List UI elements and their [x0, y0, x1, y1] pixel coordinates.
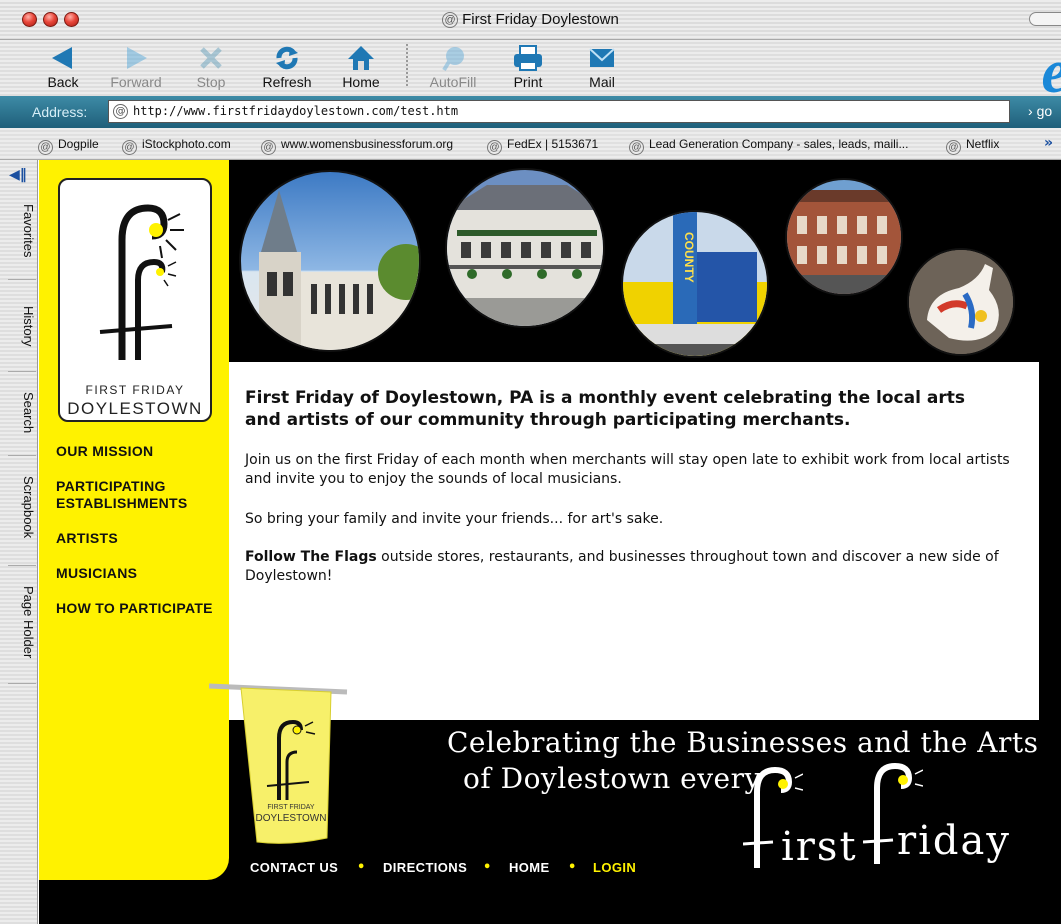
- toolbar-toggle-button[interactable]: [1029, 12, 1061, 26]
- globe-icon: @: [629, 140, 644, 155]
- photo-inn-building: [445, 168, 605, 328]
- footer-link-home[interactable]: HOME: [509, 860, 550, 875]
- photo-painted-horse-sculpture: [907, 248, 1015, 356]
- favorite-link-netflix[interactable]: @ Netflix: [946, 137, 999, 155]
- footer-link-login[interactable]: LOGIN: [593, 860, 636, 875]
- banner-line-1: Celebrating the Businesses and the Arts: [447, 726, 1039, 759]
- county-theater-image: COUNTY: [623, 212, 767, 356]
- follow-the-flags-bold: Follow The Flags: [245, 549, 377, 565]
- globe-icon: @: [946, 140, 961, 155]
- tab-search[interactable]: Search: [8, 392, 36, 456]
- window-title: @ First Friday Doylestown: [0, 11, 1061, 28]
- forward-arrow-icon: [127, 47, 147, 69]
- page-headline: First Friday of Doylestown, PA is a mont…: [245, 388, 965, 430]
- forward-button[interactable]: Forward: [103, 40, 169, 96]
- back-arrow-icon: [52, 47, 72, 69]
- follow-the-flags-paragraph: Follow The Flags outside stores, restaur…: [245, 548, 1015, 586]
- logo-big-text: DOYLESTOWN: [67, 399, 203, 418]
- home-button[interactable]: Home: [336, 40, 386, 96]
- printer-icon: [514, 45, 542, 71]
- first-friday-logo-icon: [99, 204, 184, 360]
- photo-county-theater: COUNTY: [621, 210, 769, 358]
- photo-victorian-building: [239, 170, 421, 352]
- footer-link-contact-us[interactable]: CONTACT US: [250, 860, 338, 875]
- main-content: First Friday of Doylestown, PA is a mont…: [229, 362, 1039, 720]
- flag-big-text: DOYLESTOWN: [255, 813, 327, 824]
- window-title-bar: @ First Friday Doylestown: [0, 0, 1061, 40]
- favorite-link-lead-generation[interactable]: @ Lead Generation Company - sales, leads,…: [629, 137, 908, 155]
- family-paragraph: So bring your family and invite your fri…: [245, 511, 664, 527]
- globe-icon: @: [487, 140, 502, 155]
- intro-paragraph: Join us on the first Friday of each mont…: [245, 452, 1010, 487]
- autofill-icon: [442, 47, 464, 72]
- refresh-icon: [276, 46, 298, 70]
- globe-icon: @: [38, 140, 53, 155]
- page-globe-icon: @: [442, 12, 459, 28]
- globe-icon: @: [122, 140, 137, 155]
- address-input[interactable]: @ http://www.firstfridaydoylestown.com/t…: [108, 100, 1010, 123]
- painted-horse-image: [909, 250, 1013, 354]
- inn-building-image: [447, 185, 603, 326]
- autofill-button[interactable]: AutoFill: [420, 40, 486, 96]
- back-button[interactable]: Back: [40, 40, 86, 96]
- globe-icon: @: [261, 140, 276, 155]
- tab-history[interactable]: History: [8, 306, 36, 372]
- go-button[interactable]: › go: [1028, 103, 1052, 119]
- refresh-button[interactable]: Refresh: [254, 40, 320, 96]
- nav-artists[interactable]: ARTISTS: [56, 530, 118, 547]
- collapse-sidebar-icon[interactable]: ◀‖: [9, 167, 27, 183]
- banner-line-2: of Doylestown every: [463, 762, 761, 795]
- page-globe-icon: @: [113, 104, 128, 119]
- favorite-link-istockphoto[interactable]: @ iStockphoto.com: [122, 137, 231, 155]
- first-friday-flag-banner: [209, 683, 348, 844]
- internet-explorer-logo: e: [1041, 41, 1061, 103]
- stop-button[interactable]: Stop: [188, 40, 234, 96]
- favorite-link-dogpile[interactable]: @ Dogpile: [38, 137, 99, 155]
- stop-x-icon: [200, 47, 222, 69]
- more-favorites-chevron-icon[interactable]: »: [1044, 135, 1053, 151]
- favorite-link-womensbusinessforum[interactable]: @ www.womensbusinessforum.org: [261, 137, 453, 155]
- mail-button[interactable]: Mail: [580, 40, 624, 96]
- address-bar: Address: @ http://www.firstfridaydoylest…: [0, 96, 1061, 128]
- footer-separator: •: [483, 860, 492, 875]
- address-label: Address:: [32, 104, 88, 120]
- footer-link-directions[interactable]: DIRECTIONS: [383, 860, 467, 875]
- browser-toolbar: Back Forward Stop Refresh Home AutoFill …: [0, 40, 1061, 103]
- site-logo[interactable]: FIRST FRIDAY DOYLESTOWN: [58, 178, 212, 422]
- nav-our-mission[interactable]: OUR MISSION: [56, 443, 153, 460]
- footer-separator: •: [357, 860, 366, 875]
- logo-small-text: FIRST FRIDAY: [85, 383, 185, 397]
- svg-text:COUNTY: COUNTY: [682, 232, 696, 283]
- photo-brick-building: [785, 178, 903, 296]
- favorite-link-fedex[interactable]: @ FedEx | 5153671: [487, 137, 598, 155]
- nav-musicians[interactable]: MUSICIANS: [56, 565, 137, 582]
- home-icon: [348, 46, 374, 70]
- web-page: FIRST FRIDAY DOYLESTOWN OUR MISSION PART…: [39, 160, 1061, 924]
- mail-envelope-icon: [589, 48, 615, 67]
- banner-friday-word: riday: [897, 818, 1011, 864]
- nav-participating-establishments[interactable]: PARTICIPATING ESTABLISHMENTS: [56, 478, 206, 512]
- nav-how-to-participate[interactable]: HOW TO PARTICIPATE: [56, 600, 213, 617]
- favorites-bar: @ Dogpile @ iStockphoto.com @ www.womensbus…: [0, 128, 1061, 160]
- brick-building-image: [787, 190, 901, 294]
- flag-small-text: FIRST FRIDAY: [267, 804, 315, 811]
- footer-separator: •: [568, 860, 577, 875]
- banner-first-word: irst: [781, 824, 858, 870]
- toolbar-separator: [406, 44, 408, 88]
- print-button[interactable]: Print: [505, 40, 551, 96]
- tab-scrapbook[interactable]: Scrapbook: [8, 476, 36, 566]
- tab-favorites[interactable]: Favorites: [8, 204, 36, 280]
- explorer-sidebar: ◀‖ Favorites History Search Scrapbook Pa…: [0, 160, 38, 924]
- tab-page-holder[interactable]: Page Holder: [8, 586, 36, 684]
- victorian-tower-image: [259, 190, 419, 350]
- address-url-text: http://www.firstfridaydoylestown.com/tes…: [133, 104, 459, 118]
